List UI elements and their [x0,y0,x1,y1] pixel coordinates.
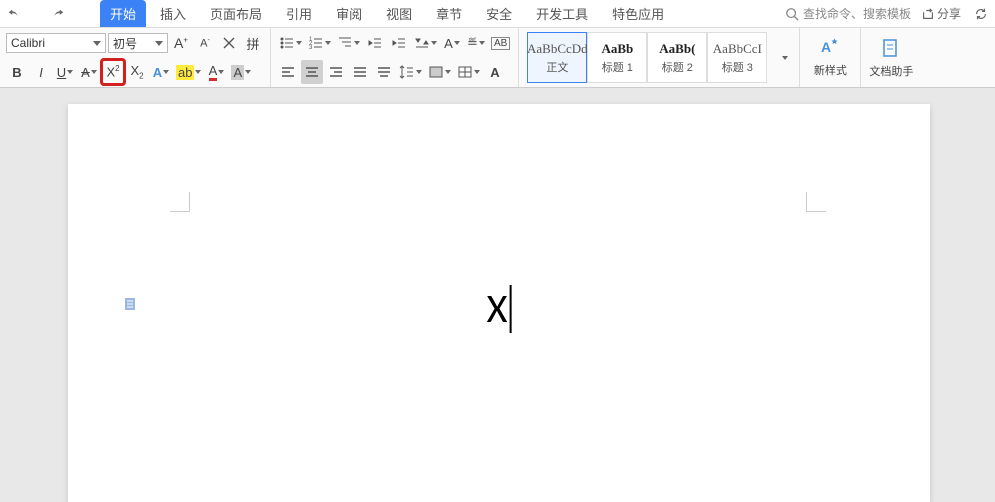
quick-access-toolbar [4,4,90,24]
sort-button[interactable]: A [441,31,463,55]
bold-button[interactable]: B [6,60,28,84]
search-placeholder: 查找命令、搜索模板 [803,5,911,22]
tab-references[interactable]: 引用 [276,0,322,27]
paragraph-group: 123 A ≝ AB A [271,28,519,87]
multilevel-button[interactable] [335,31,362,55]
grow-font-button[interactable]: A+ [170,31,192,55]
new-style-button[interactable]: A 新样式 [806,30,854,85]
text-effect-button[interactable]: A [150,60,172,84]
underline-button[interactable]: U [54,60,76,84]
search-command[interactable]: 查找命令、搜索模板 [785,5,911,22]
borders-button[interactable] [455,60,482,84]
tab-security[interactable]: 安全 [476,0,522,27]
ribbon-tabs: 开始 插入 页面布局 引用 审阅 视图 章节 安全 开发工具 特色应用 [100,0,674,27]
tab-page-layout[interactable]: 页面布局 [200,0,272,27]
styles-group: AaBbCcDd 正文 AaBb 标题 1 AaBb( 标题 2 AaBbCcI… [519,28,800,87]
sync-icon[interactable] [971,4,991,24]
italic-button[interactable]: I [30,60,52,84]
text-tools-a-button[interactable]: A [484,60,506,84]
numbering-button[interactable]: 123 [306,31,333,55]
shrink-font-button[interactable]: A- [194,31,216,55]
tab-view[interactable]: 视图 [376,0,422,27]
phonetic-guide-button[interactable]: 拼 [242,31,264,55]
font-name-combo[interactable]: Calibri [6,33,106,53]
new-style-group: A 新样式 [800,28,861,87]
document-page[interactable]: X [68,104,930,502]
search-icon [785,7,799,21]
doc-assistant-icon [879,37,903,61]
text-caret [509,285,511,333]
style-heading2[interactable]: AaBb( 标题 2 [647,32,707,83]
subscript-button[interactable]: X2 [126,60,148,84]
text-direction-button[interactable] [412,31,439,55]
undo-dropdown-icon[interactable] [26,4,46,24]
show-marks-button[interactable]: ≝ [465,31,487,55]
char-shading-button[interactable]: A [229,60,253,84]
decrease-indent-button[interactable] [364,31,386,55]
style-heading3[interactable]: AaBbCcI 标题 3 [707,32,767,83]
style-normal[interactable]: AaBbCcDd 正文 [527,32,587,83]
tab-dev-tools[interactable]: 开发工具 [526,0,598,27]
tab-chapter[interactable]: 章节 [426,0,472,27]
doc-assistant-group: 文档助手 [861,28,921,87]
align-left-button[interactable] [277,60,299,84]
margin-marker-tr [806,192,826,212]
line-spacing-button[interactable] [397,60,424,84]
share-button[interactable]: 分享 [921,5,961,22]
margin-marker-tl [170,192,190,212]
paragraph-layout-icon[interactable] [123,296,141,312]
ribbon: Calibri 初号 A+ A- 拼 B I U A X2 X2 A ab A … [0,28,995,88]
font-size-combo[interactable]: 初号 [108,33,168,53]
share-icon [921,7,935,21]
superscript-button[interactable]: X2 [102,60,124,84]
style-heading1[interactable]: AaBb 标题 1 [587,32,647,83]
document-text[interactable]: X [487,284,512,333]
strikethrough-button[interactable]: A [78,60,100,84]
align-right-button[interactable] [325,60,347,84]
align-center-button[interactable] [301,60,323,84]
font-group: Calibri 初号 A+ A- 拼 B I U A X2 X2 A ab A … [0,28,271,87]
workspace: X [0,88,995,502]
align-justify-button[interactable] [349,60,371,84]
redo-icon[interactable] [48,4,68,24]
redo-dropdown-icon[interactable] [70,4,90,24]
doc-assistant-button[interactable]: 文档助手 [867,30,915,85]
chevron-down-icon [155,41,163,46]
increase-indent-button[interactable] [388,31,410,55]
tab-special-apps[interactable]: 特色应用 [602,0,674,27]
font-color-button[interactable]: A [205,60,227,84]
highlight-button[interactable]: ab [174,60,203,84]
undo-icon[interactable] [4,4,24,24]
new-style-icon: A [818,36,842,60]
clear-format-button[interactable] [218,31,240,55]
svg-text:A: A [821,39,831,55]
tab-start[interactable]: 开始 [100,0,146,27]
tab-review[interactable]: 审阅 [326,0,372,27]
bullets-button[interactable] [277,31,304,55]
shading-button[interactable] [426,60,453,84]
chevron-down-icon [93,41,101,46]
ab-tool-button[interactable]: AB [489,31,512,55]
svg-text:3: 3 [309,45,313,51]
align-distribute-button[interactable] [373,60,395,84]
styles-more-icon[interactable] [773,30,795,85]
tab-insert[interactable]: 插入 [150,0,196,27]
